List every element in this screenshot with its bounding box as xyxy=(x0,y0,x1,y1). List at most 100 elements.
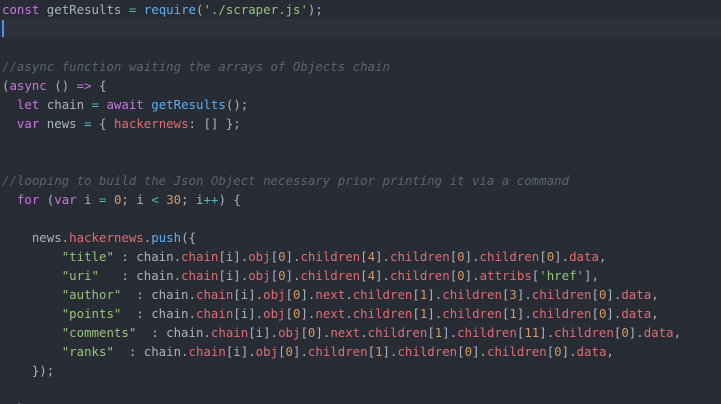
code-token: < xyxy=(151,192,159,207)
code-token: 3 xyxy=(509,287,517,302)
code-token: 1 xyxy=(375,344,383,359)
code-token: : chain. xyxy=(99,268,182,283)
code-line[interactable]: (async () => { xyxy=(0,76,721,95)
code-token: obj xyxy=(263,287,286,302)
code-line[interactable]: for (var i = 0; i < 30; i++) { xyxy=(0,190,721,209)
code-token: ]. xyxy=(315,325,331,340)
code-token: [ xyxy=(270,249,279,264)
code-line[interactable]: //async function waiting the arrays of O… xyxy=(0,57,721,76)
code-token: ++ xyxy=(203,192,219,207)
code-token: ]. xyxy=(285,249,301,264)
code-token: 0 xyxy=(278,249,286,264)
code-token: "comments" xyxy=(61,325,137,340)
code-token: [ xyxy=(412,306,420,321)
code-token: 0 xyxy=(278,268,286,283)
code-token: 0 xyxy=(554,344,562,359)
code-line[interactable] xyxy=(0,38,721,57)
code-token: [ xyxy=(427,325,435,340)
code-token: var xyxy=(54,192,77,207)
code-line[interactable]: var news = { hackernews: [] }; xyxy=(0,114,721,133)
code-token: ]. xyxy=(375,249,390,264)
code-line[interactable]: } xyxy=(0,399,721,404)
code-line[interactable]: }); xyxy=(0,361,721,380)
code-token: { xyxy=(91,78,107,93)
code-token: 0 xyxy=(457,268,465,283)
code-token: [ xyxy=(360,249,368,264)
code-token: 0 xyxy=(464,344,473,359)
code-line[interactable] xyxy=(0,152,721,171)
code-token: children xyxy=(531,287,592,302)
code-token: () xyxy=(46,78,77,93)
code-line[interactable]: "comments" : chain.chain[i].obj[0].next.… xyxy=(0,323,721,342)
code-editor[interactable]: const getResults = require ('./scraper.js… xyxy=(0,0,721,404)
code-line[interactable]: let chain = await getResults(); xyxy=(0,95,721,114)
code-line[interactable]: //looping to build the Json Object neces… xyxy=(0,171,721,190)
code-line[interactable]: const getResults = require('./scraper.js… xyxy=(0,0,721,19)
code-token: 0 xyxy=(457,249,465,264)
code-token: [ xyxy=(278,344,286,359)
code-token: { xyxy=(91,116,114,131)
code-line[interactable]: "ranks" : chain.chain[i].obj[0].children… xyxy=(0,342,721,361)
code-token: data xyxy=(569,249,599,264)
code-token: [ xyxy=(270,268,279,283)
code-token: 30 xyxy=(166,192,182,207)
code-token: : chain. xyxy=(121,306,196,321)
code-token: [i]. xyxy=(233,306,264,321)
code-token: data xyxy=(621,306,652,321)
code-token: //looping to build the Json Object neces… xyxy=(2,173,569,188)
code-line[interactable]: "title" : chain.chain[i].obj[0].children… xyxy=(0,247,721,266)
code-token: children xyxy=(487,344,547,359)
code-token: 4 xyxy=(367,268,376,283)
code-token: 0 xyxy=(621,325,629,340)
code-token: [ xyxy=(457,344,465,359)
code-token: : chain. xyxy=(113,344,189,359)
code-token: "author" xyxy=(61,287,122,302)
code-token: children xyxy=(352,306,413,321)
code-token: ( xyxy=(39,192,55,207)
code-lines[interactable]: const getResults = require ('./scraper.js… xyxy=(0,0,721,404)
code-token: children xyxy=(367,325,428,340)
code-token: ; i xyxy=(121,192,152,207)
code-token: }); xyxy=(2,363,55,378)
code-line[interactable]: "uri" : chain.chain[i].obj[0].children[4… xyxy=(0,266,721,285)
code-line[interactable]: "author" : chain.chain[i].obj[0].next.ch… xyxy=(0,285,721,304)
code-token: ]. xyxy=(427,306,443,321)
code-line[interactable]: news.hackernews.push({ xyxy=(0,228,721,247)
code-line[interactable] xyxy=(0,19,721,38)
code-token: news. xyxy=(2,230,70,245)
code-token: ]. xyxy=(427,287,443,302)
code-token: children xyxy=(307,344,368,359)
code-token: obj xyxy=(248,268,271,283)
code-token: require xyxy=(143,2,196,17)
code-token: [ xyxy=(591,287,599,302)
code-token: ]. xyxy=(464,249,480,264)
code-token: ]. xyxy=(464,268,480,283)
code-token: //async function waiting the arrays of O… xyxy=(2,59,390,74)
code-line[interactable] xyxy=(0,380,721,399)
code-token: : [] }; xyxy=(188,116,241,131)
code-line[interactable] xyxy=(0,133,721,152)
code-token: [i]. xyxy=(218,268,249,283)
code-token: 4 xyxy=(367,249,376,264)
code-token: ]. xyxy=(300,306,316,321)
code-token: . xyxy=(360,325,368,340)
code-token: children xyxy=(457,325,517,340)
code-token: chain xyxy=(39,97,92,112)
code-token: children xyxy=(531,306,592,321)
code-token: ]. xyxy=(382,344,398,359)
code-token: : chain. xyxy=(121,287,196,302)
code-token: ]. xyxy=(561,344,577,359)
code-token: var xyxy=(16,116,40,131)
code-token: "title" xyxy=(61,249,114,264)
code-token: , xyxy=(598,249,607,264)
code-token: chain xyxy=(210,325,249,340)
code-line[interactable]: "points" : chain.chain[i].obj[0].next.ch… xyxy=(0,304,721,323)
code-line[interactable] xyxy=(0,209,721,228)
code-token: . xyxy=(345,287,353,302)
